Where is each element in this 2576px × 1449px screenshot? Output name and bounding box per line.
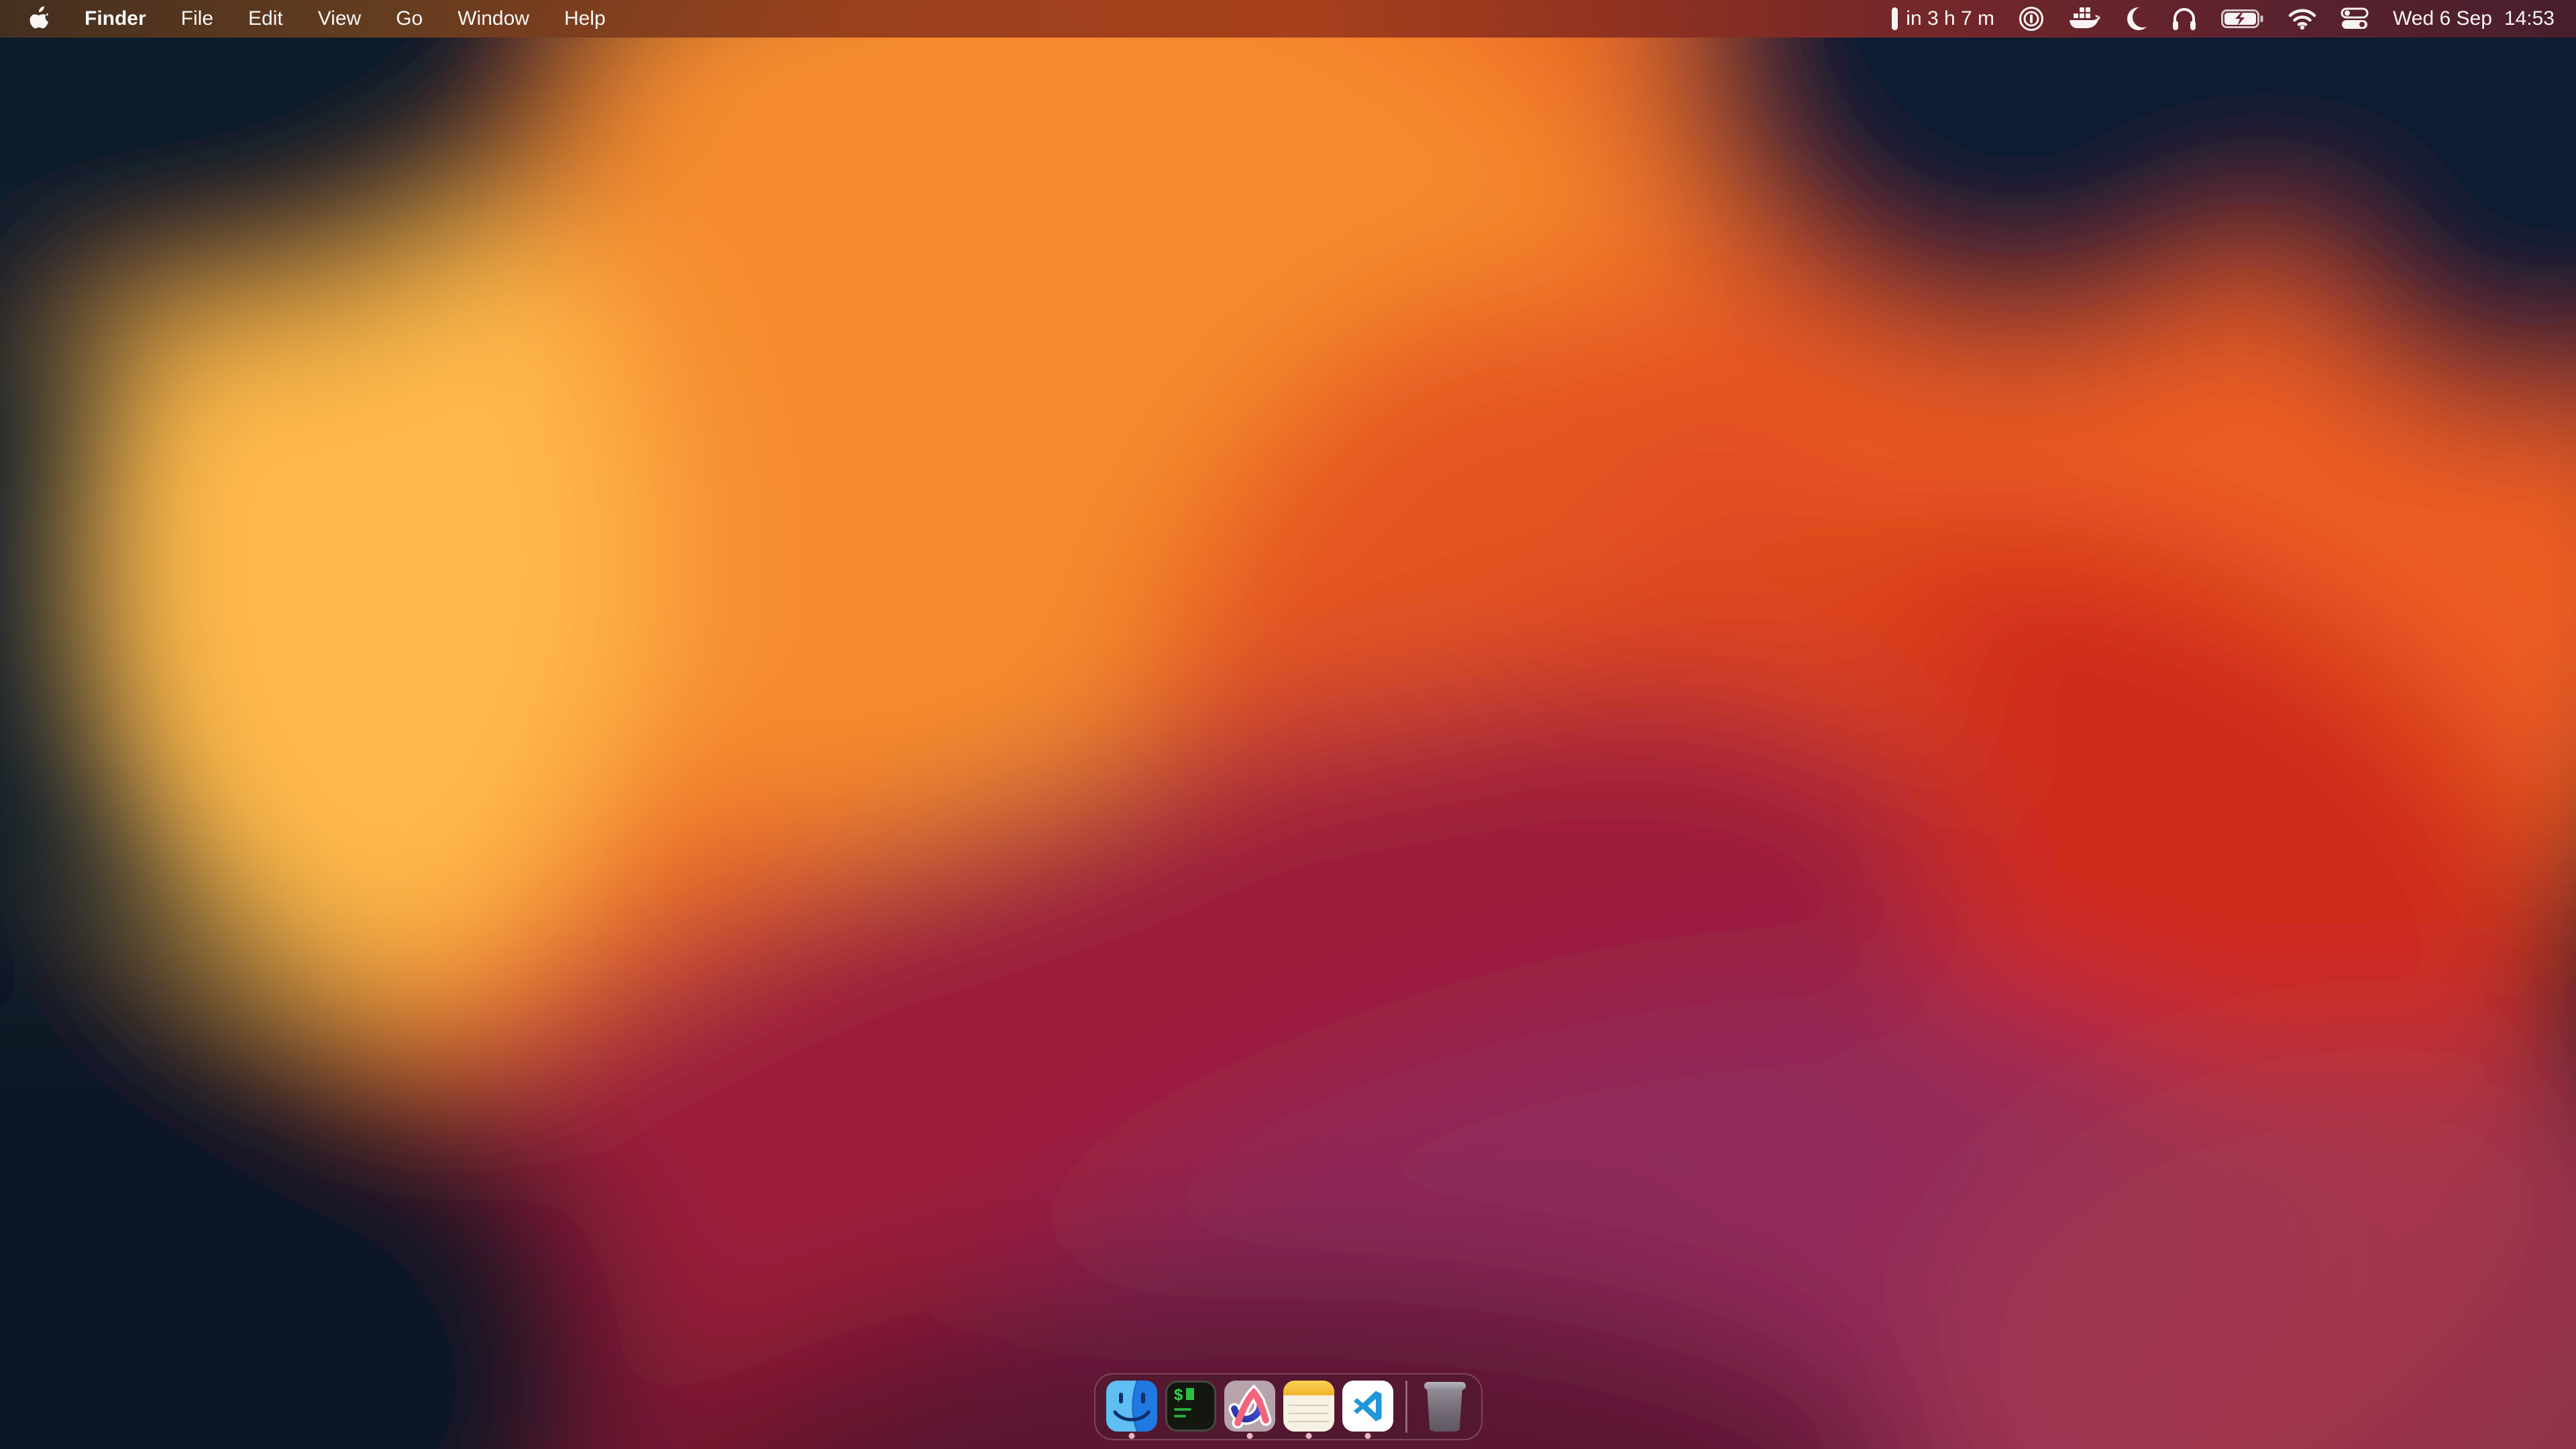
clock-date: Wed 6 Sep (2393, 7, 2492, 30)
clock-time: 14:53 (2504, 7, 2555, 30)
menu-bar-clock[interactable]: Wed 6 Sep 14:53 (2381, 0, 2567, 38)
battery-charging-icon (2221, 9, 2264, 29)
dock-separator[interactable] (1405, 1381, 1407, 1433)
menu-help[interactable]: Help (547, 0, 623, 38)
dock-app-a[interactable] (1224, 1381, 1275, 1440)
running-indicator (1128, 1433, 1134, 1439)
menu-bar-left: Finder File Edit View Go Window Help (16, 0, 623, 38)
dock-notes[interactable] (1283, 1381, 1334, 1440)
notes-icon (1283, 1381, 1334, 1432)
status-control-center[interactable] (2328, 0, 2381, 38)
running-indicator (1305, 1433, 1311, 1439)
control-center-icon (2341, 7, 2369, 30)
dock: $ (0, 1373, 2576, 1440)
desktop: Finder File Edit View Go Window Help in … (0, 0, 2576, 1449)
menu-bar: Finder File Edit View Go Window Help in … (0, 0, 2576, 38)
menu-file[interactable]: File (164, 0, 231, 38)
menu-edit[interactable]: Edit (231, 0, 301, 38)
menu-go[interactable]: Go (378, 0, 440, 38)
running-indicator (1364, 1433, 1371, 1439)
dock-vscode[interactable] (1342, 1381, 1393, 1440)
dock-finder[interactable] (1106, 1381, 1157, 1440)
menu-bar-status: in 3 h 7 m (1880, 0, 2567, 38)
status-battery[interactable] (2209, 0, 2276, 38)
menu-finder[interactable]: Finder (67, 0, 164, 38)
wallpaper-ventura (0, 0, 2576, 1449)
1password-icon (2019, 6, 2044, 32)
status-focus[interactable] (2112, 0, 2159, 38)
status-headphones[interactable] (2159, 0, 2209, 38)
status-docker[interactable] (2056, 0, 2112, 38)
terminal-icon: $ (1165, 1381, 1216, 1432)
menu-view[interactable]: View (301, 0, 378, 38)
dock-terminal[interactable]: $ (1165, 1381, 1216, 1440)
docker-whale-icon (2068, 6, 2100, 32)
finder-icon (1106, 1381, 1157, 1432)
headphones-icon (2171, 6, 2197, 32)
status-wifi[interactable] (2276, 0, 2328, 38)
moon-icon (2125, 7, 2147, 31)
status-1password[interactable] (2006, 0, 2056, 38)
dock-trash[interactable] (1419, 1381, 1470, 1440)
apple-logo-icon (30, 6, 51, 32)
apple-menu[interactable] (16, 0, 67, 38)
notes-yellow-band (1283, 1381, 1334, 1395)
wifi-icon (2288, 8, 2316, 30)
menu-window[interactable]: Window (440, 0, 547, 38)
trash-icon (1424, 1381, 1466, 1433)
vscode-icon (1342, 1381, 1393, 1432)
dock-background: $ (1094, 1373, 1483, 1440)
stylized-a-app-icon (1224, 1381, 1275, 1432)
running-indicator (1246, 1433, 1252, 1439)
countdown-capsule-icon (1892, 7, 1898, 30)
countdown-label: in 3 h 7 m (1906, 7, 1994, 30)
status-event-countdown[interactable]: in 3 h 7 m (1880, 0, 2006, 38)
